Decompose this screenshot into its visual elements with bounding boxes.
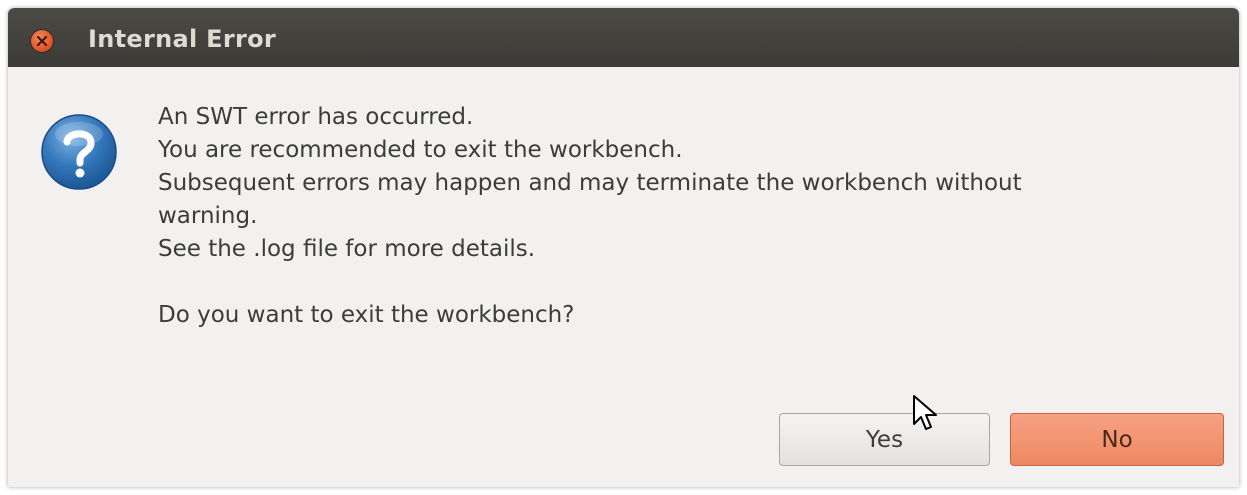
exit-question: Do you want to exit the workbench? — [158, 302, 575, 328]
message-line: An SWT error has occurred. — [158, 104, 474, 130]
message-line: You are recommended to exit the workbenc… — [158, 137, 683, 163]
dialog-title: Internal Error — [88, 25, 277, 53]
message-line: Subsequent errors may happen and may ter… — [158, 170, 1022, 196]
dialog-window: Internal Error An SWT error has occurred… — [8, 8, 1239, 487]
message-line: See the .log file for more details. — [158, 236, 536, 262]
yes-button[interactable]: Yes — [779, 413, 990, 466]
message-line: warning. — [158, 203, 258, 229]
error-message: An SWT error has occurred. You are recom… — [158, 101, 1218, 332]
question-icon — [39, 112, 119, 192]
message-spacer — [158, 266, 1218, 299]
title-bar: Internal Error — [8, 8, 1239, 67]
no-button[interactable]: No — [1010, 413, 1224, 466]
close-icon[interactable] — [31, 30, 53, 52]
mouse-cursor-icon — [912, 394, 940, 434]
